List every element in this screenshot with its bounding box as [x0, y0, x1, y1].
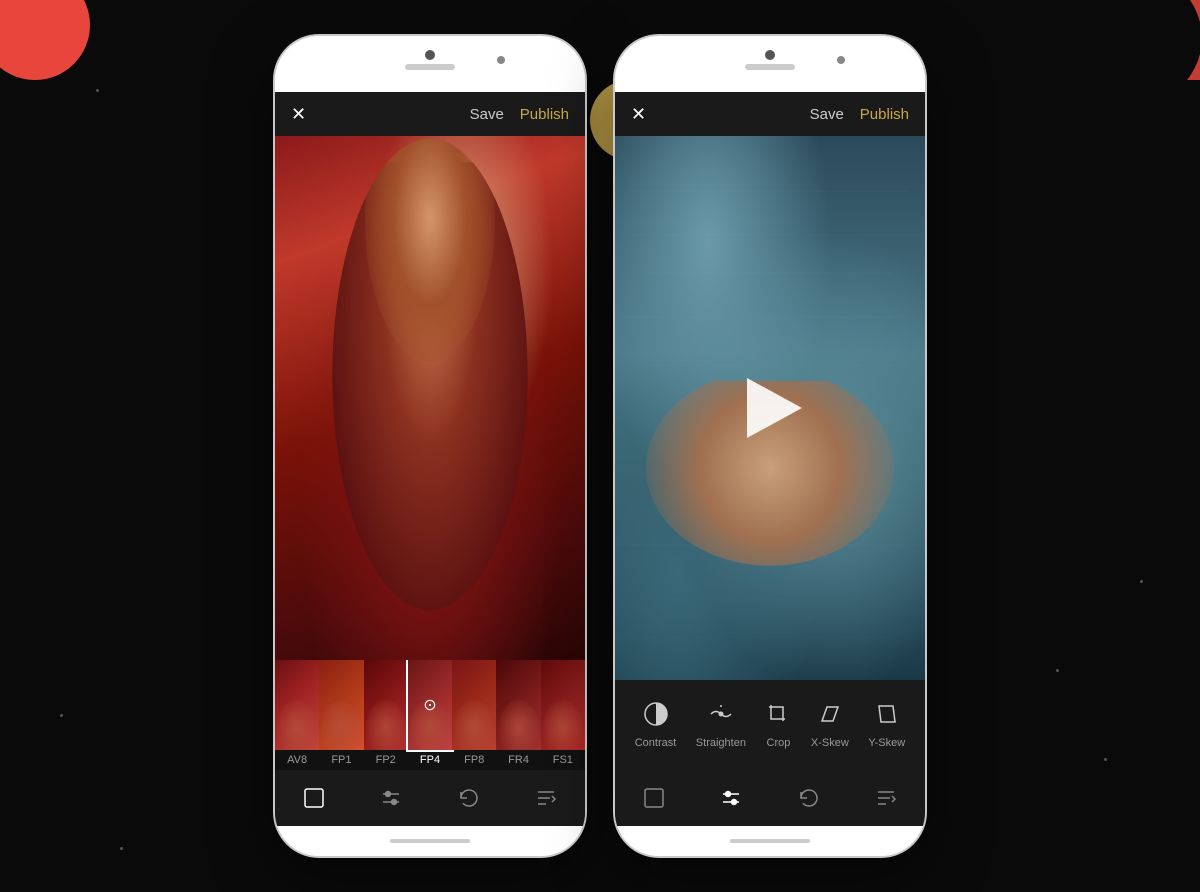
filter-fr4-label: FR4	[508, 750, 529, 770]
adjust-straighten[interactable]: Straighten	[696, 701, 746, 749]
play-triangle-icon	[747, 378, 802, 438]
filter-fp1-thumb	[319, 660, 363, 750]
phone-1-filter-tab[interactable]	[302, 786, 326, 810]
phone-1-photo-area	[275, 136, 585, 660]
phone-1-screen: ✕ Save Publish AV8	[275, 92, 585, 826]
phone-2-sort-tab[interactable]	[874, 786, 898, 810]
phone-1: ✕ Save Publish AV8	[275, 36, 585, 856]
adjust-contrast[interactable]: Contrast	[635, 701, 677, 749]
xskew-icon	[817, 701, 843, 731]
filter-av8-thumb	[275, 660, 319, 750]
phone-2-adjust-tab[interactable]	[719, 786, 743, 810]
phone-2-home-indicator	[730, 839, 810, 843]
crop-icon	[765, 701, 791, 731]
filter-fr4[interactable]: FR4	[496, 660, 540, 770]
xskew-label: X-Skew	[811, 737, 849, 749]
filter-fs1-thumb	[541, 660, 585, 750]
phone-1-revert-tab[interactable]	[457, 786, 481, 810]
phone-1-close-button[interactable]: ✕	[291, 104, 306, 125]
phone-1-speaker	[405, 64, 455, 70]
phone-2-close-button[interactable]: ✕	[631, 104, 646, 125]
phone-2-speaker	[745, 64, 795, 70]
filter-fp8-thumb	[452, 660, 496, 750]
contrast-icon	[643, 701, 669, 731]
phone-2-revert-tab[interactable]	[797, 786, 821, 810]
filter-fp2-label: FP2	[376, 750, 396, 770]
phone-2-screen: ✕ Save Publish	[615, 92, 925, 826]
filter-fp4-label: FP4	[420, 750, 440, 770]
phone-1-filter-strip: AV8 FP1 FP2	[275, 660, 585, 770]
filter-fs1-label: FS1	[553, 750, 573, 770]
filter-fp4-thumb: ⊙	[408, 660, 452, 750]
phone-1-sort-tab[interactable]	[534, 786, 558, 810]
filter-fp4[interactable]: ⊙ FP4	[408, 660, 452, 770]
phone-1-adjust-tab[interactable]	[379, 786, 403, 810]
straighten-label: Straighten	[696, 737, 746, 749]
phone-1-bottom-toolbar	[275, 770, 585, 826]
phone-2: ✕ Save Publish	[615, 36, 925, 856]
filter-av8-label: AV8	[287, 750, 307, 770]
yskew-icon	[874, 701, 900, 731]
phone-1-camera	[425, 50, 435, 60]
phone-2-publish-button[interactable]: Publish	[860, 106, 909, 123]
adjust-crop[interactable]: Crop	[765, 701, 791, 749]
phone-2-header-actions: Save Publish	[810, 106, 909, 123]
play-button[interactable]	[735, 373, 805, 443]
phone-1-publish-button[interactable]: Publish	[520, 106, 569, 123]
phone-2-bottom-toolbar	[615, 770, 925, 826]
filter-fs1[interactable]: FS1	[541, 660, 585, 770]
phone-1-photo-red	[275, 136, 585, 660]
phone-2-filter-tab[interactable]	[642, 786, 666, 810]
phone-1-figure	[322, 162, 539, 634]
filter-fp8-label: FP8	[464, 750, 484, 770]
filter-fp1[interactable]: FP1	[319, 660, 363, 770]
adjust-xskew[interactable]: X-Skew	[811, 701, 849, 749]
phone-2-bottom	[615, 826, 925, 856]
phone-2-save-button[interactable]: Save	[810, 106, 844, 123]
phone-2-app-header: ✕ Save Publish	[615, 92, 925, 136]
phone-2-photo-water	[615, 136, 925, 680]
phones-container: ✕ Save Publish AV8	[0, 0, 1200, 892]
filter-fp8[interactable]: FP8	[452, 660, 496, 770]
phone-2-ear-camera	[837, 56, 845, 64]
filter-fp1-label: FP1	[331, 750, 351, 770]
crop-label: Crop	[767, 737, 791, 749]
straighten-icon	[708, 701, 734, 731]
phone-2-camera	[765, 50, 775, 60]
phone-1-save-button[interactable]: Save	[470, 106, 504, 123]
phone-1-top-bar	[275, 36, 585, 92]
phone-1-home-indicator	[390, 839, 470, 843]
adjust-yskew[interactable]: Y-Skew	[868, 701, 905, 749]
phone-2-adjust-controls: Contrast Straighten	[615, 680, 925, 770]
filter-fp2-thumb	[364, 660, 408, 750]
filter-fp4-selected-icon: ⊙	[423, 695, 436, 715]
phone-1-ear-camera	[497, 56, 505, 64]
filter-av8[interactable]: AV8	[275, 660, 319, 770]
filter-fr4-thumb	[496, 660, 540, 750]
phone-2-top-bar	[615, 36, 925, 92]
phone-1-header-actions: Save Publish	[470, 106, 569, 123]
filter-fp2[interactable]: FP2	[364, 660, 408, 770]
phone-2-photo-area	[615, 136, 925, 680]
contrast-label: Contrast	[635, 737, 677, 749]
yskew-label: Y-Skew	[868, 737, 905, 749]
phone-1-bottom	[275, 826, 585, 856]
phone-1-app-header: ✕ Save Publish	[275, 92, 585, 136]
